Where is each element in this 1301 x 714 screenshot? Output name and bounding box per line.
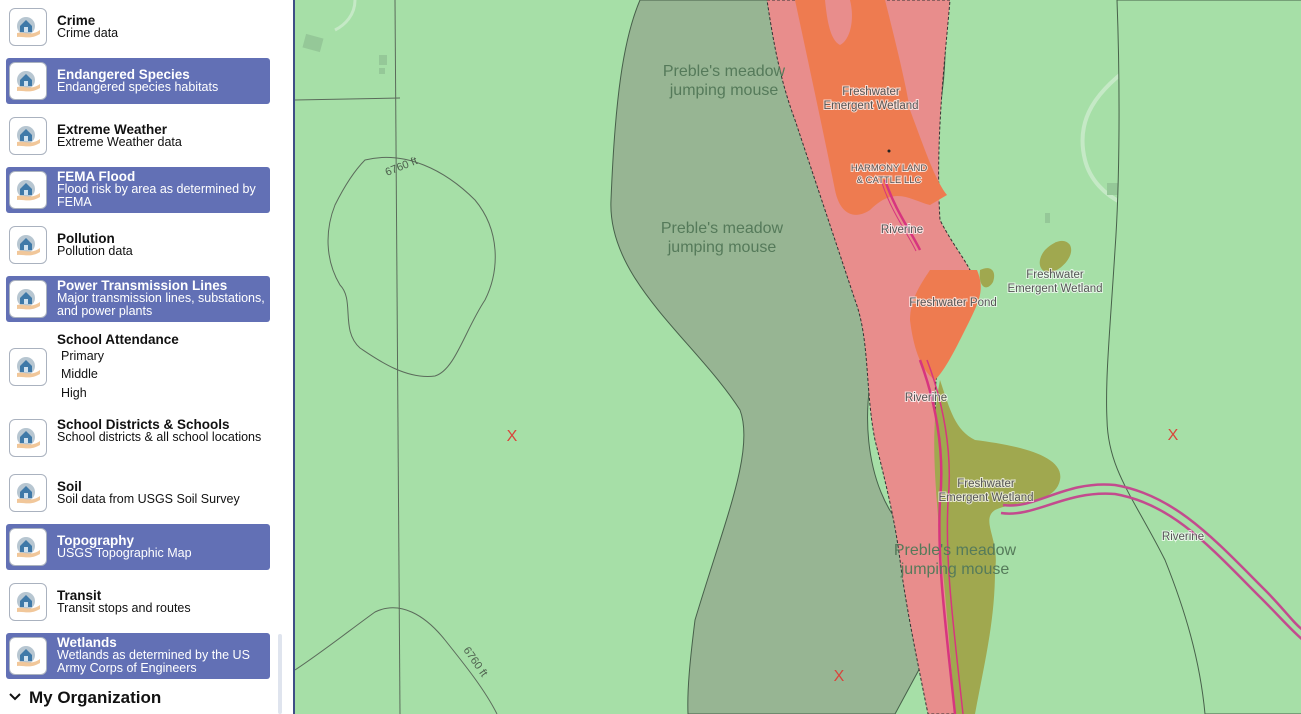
wetland-label: Freshwater xyxy=(842,86,900,98)
habitat-label: Preble's meadow xyxy=(663,63,786,80)
map-marker[interactable]: X xyxy=(834,668,845,685)
layer-topography[interactable]: Topography USGS Topographic Map xyxy=(6,524,270,570)
wetland-label: Freshwater xyxy=(957,478,1015,490)
layer-crime[interactable]: Crime Crime data xyxy=(6,4,270,50)
map-canvas[interactable]: 6760 ft 6760 ft Preble's meadow jumping … xyxy=(295,0,1301,714)
layer-house-icon xyxy=(9,419,47,457)
wetland-label: Freshwater Pond xyxy=(909,297,997,309)
layer-description: School districts & all school locations xyxy=(57,430,262,444)
map-marker[interactable]: X xyxy=(507,428,518,445)
habitat-label: Preble's meadow xyxy=(661,220,784,237)
wetland-label: Emergent Wetland xyxy=(1007,283,1102,295)
wetland-label: Riverine xyxy=(881,224,923,236)
layer-house-icon xyxy=(9,637,47,675)
wetland-label: Freshwater xyxy=(1026,269,1084,281)
school-attendance-option-primary[interactable]: Primary xyxy=(61,349,104,363)
sidebar-scrollbar[interactable] xyxy=(278,634,282,714)
habitat-label: jumping mouse xyxy=(667,239,777,256)
layer-house-icon xyxy=(9,226,47,264)
map-marker[interactable]: X xyxy=(1168,427,1179,444)
wetland-label: Emergent Wetland xyxy=(823,100,918,112)
layer-description: Extreme Weather data xyxy=(57,135,182,149)
wetland-label: Riverine xyxy=(905,392,947,404)
layers-sidebar: Crime Crime data Endangered Species Enda… xyxy=(0,0,293,714)
layer-house-icon xyxy=(9,171,47,209)
school-attendance-option-high[interactable]: High xyxy=(61,386,87,400)
layer-house-icon xyxy=(9,528,47,566)
my-organization-label: My Organization xyxy=(29,688,162,707)
layer-house-icon xyxy=(9,583,47,621)
layer-description: Pollution data xyxy=(57,244,133,258)
layer-house-icon xyxy=(9,280,47,318)
layer-school-districts[interactable]: School Districts & Schools School distri… xyxy=(6,415,270,461)
layer-house-icon xyxy=(9,62,47,100)
contour-label: 6760 ft xyxy=(461,645,490,679)
layer-description: USGS Topographic Map xyxy=(57,546,192,560)
layer-extreme-weather[interactable]: Extreme Weather Extreme Weather data xyxy=(6,113,270,159)
parcel-owner-label: & CATTLE LLC xyxy=(857,175,922,186)
layer-description: Transit stops and routes xyxy=(57,601,191,615)
layer-description: Flood risk by area as determined by FEMA xyxy=(57,182,256,209)
layer-house-icon xyxy=(9,348,47,386)
layer-house-icon xyxy=(9,8,47,46)
parcel-owner-label: HARMONY LAND xyxy=(851,163,928,174)
habitat-label: Preble's meadow xyxy=(894,542,1017,559)
layer-house-icon xyxy=(9,474,47,512)
wetland-label: Emergent Wetland xyxy=(938,492,1033,504)
layer-soil[interactable]: Soil Soil data from USGS Soil Survey xyxy=(6,470,270,516)
map-view[interactable]: 6760 ft 6760 ft Preble's meadow jumping … xyxy=(293,0,1301,714)
school-attendance-option-middle[interactable]: Middle xyxy=(61,367,98,381)
layer-transit[interactable]: Transit Transit stops and routes xyxy=(6,579,270,625)
layer-pollution[interactable]: Pollution Pollution data xyxy=(6,222,270,268)
chevron-down-icon xyxy=(9,693,21,701)
layer-description: Major transmission lines, substations, a… xyxy=(57,291,265,318)
layer-description: Crime data xyxy=(57,26,119,40)
layer-power-transmission-lines[interactable]: Power Transmission Lines Major transmiss… xyxy=(6,276,270,322)
layer-fema-flood[interactable]: FEMA Flood Flood risk by area as determi… xyxy=(6,167,270,213)
layer-description: Wetlands as determined by the US Army Co… xyxy=(57,648,250,675)
layer-description: Endangered species habitats xyxy=(57,80,219,94)
habitat-label: jumping mouse xyxy=(669,82,779,99)
habitat-label: jumping mouse xyxy=(900,561,1010,578)
layer-wetlands[interactable]: Wetlands Wetlands as determined by the U… xyxy=(6,633,270,679)
layer-description: Soil data from USGS Soil Survey xyxy=(57,492,240,506)
layer-school-attendance[interactable]: School Attendance xyxy=(6,330,270,404)
wetland-label: Riverine xyxy=(1162,531,1204,543)
layer-house-icon xyxy=(9,117,47,155)
layer-endangered-species[interactable]: Endangered Species Endangered species ha… xyxy=(6,58,270,104)
layer-title: School Attendance xyxy=(57,332,179,347)
parcel-point xyxy=(887,149,891,153)
